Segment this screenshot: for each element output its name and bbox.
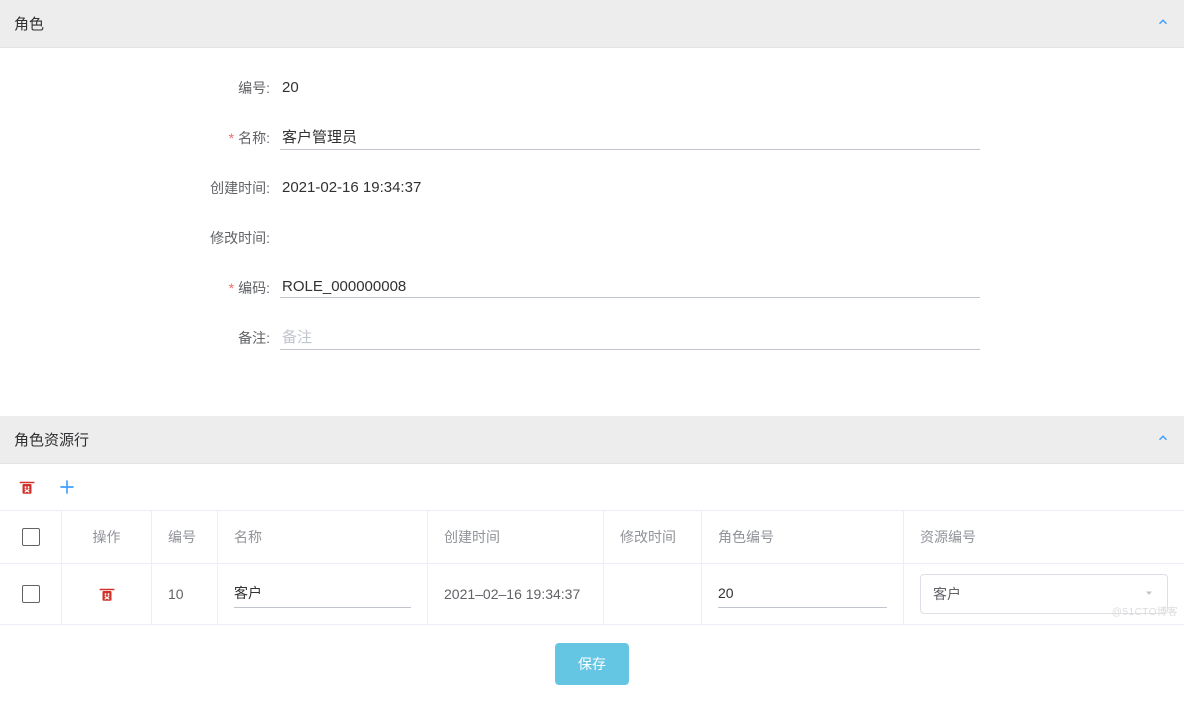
caret-down-icon xyxy=(1143,586,1155,602)
field-name: *名称: 客户管理员 xyxy=(0,118,1184,158)
resource-table: 操作 编号 名称 创建时间 修改时间 角色编号 资源编号 xyxy=(0,510,1184,625)
field-name-input[interactable]: 客户管理员 xyxy=(280,126,980,150)
col-mtime: 修改时间 xyxy=(604,511,702,563)
page-footer: 保存 xyxy=(0,625,1184,715)
save-button[interactable]: 保存 xyxy=(555,643,629,685)
delete-rows-button[interactable] xyxy=(14,474,40,500)
watermark: @51CTO博客 xyxy=(1112,603,1178,618)
cell-roleid-input[interactable] xyxy=(718,581,887,608)
cell-name-input[interactable] xyxy=(234,581,411,608)
table-header-row: 操作 编号 名称 创建时间 修改时间 角色编号 资源编号 xyxy=(0,511,1184,564)
field-id-value: 20 xyxy=(280,79,980,98)
panel-role-header[interactable]: 角色 xyxy=(0,0,1184,48)
col-op: 操作 xyxy=(62,511,152,563)
col-roleid: 角色编号 xyxy=(702,511,904,563)
field-ctime-value: 2021-02-16 19:34:37 xyxy=(280,179,980,198)
row-checkbox[interactable] xyxy=(22,585,40,603)
chevron-up-icon xyxy=(1156,431,1170,448)
field-remark: 备注: 备注 xyxy=(0,318,1184,358)
field-ctime: 创建时间: 2021-02-16 19:34:37 xyxy=(0,168,1184,208)
panel-resource-header[interactable]: 角色资源行 xyxy=(0,416,1184,464)
role-form: 编号: 20 *名称: 客户管理员 创建时间: 2021-02-16 19:34… xyxy=(0,48,1184,392)
field-code: *编码: ROLE_000000008 xyxy=(0,268,1184,308)
select-value: 客户 xyxy=(933,584,961,604)
field-code-input[interactable]: ROLE_000000008 xyxy=(280,278,980,298)
field-id: 编号: 20 xyxy=(0,68,1184,108)
resource-toolbar xyxy=(0,464,1184,510)
delete-row-button[interactable] xyxy=(94,581,120,607)
chevron-up-icon xyxy=(1156,15,1170,32)
field-mtime-value xyxy=(280,237,980,239)
table-row: 10 2021–02–16 19:34:37 客户 xyxy=(0,564,1184,625)
cell-id: 10 xyxy=(152,564,218,624)
select-all-checkbox[interactable] xyxy=(22,528,40,546)
col-resid: 资源编号 xyxy=(904,511,1184,563)
panel-resource-title: 角色资源行 xyxy=(14,429,89,450)
panel-role-title: 角色 xyxy=(14,13,44,34)
add-row-button[interactable] xyxy=(54,474,80,500)
field-remark-input[interactable]: 备注 xyxy=(280,326,980,350)
col-name: 名称 xyxy=(218,511,428,563)
cell-mtime xyxy=(604,564,702,624)
field-mtime: 修改时间: xyxy=(0,218,1184,258)
col-ctime: 创建时间 xyxy=(428,511,604,563)
cell-ctime: 2021–02–16 19:34:37 xyxy=(428,564,604,624)
col-id: 编号 xyxy=(152,511,218,563)
